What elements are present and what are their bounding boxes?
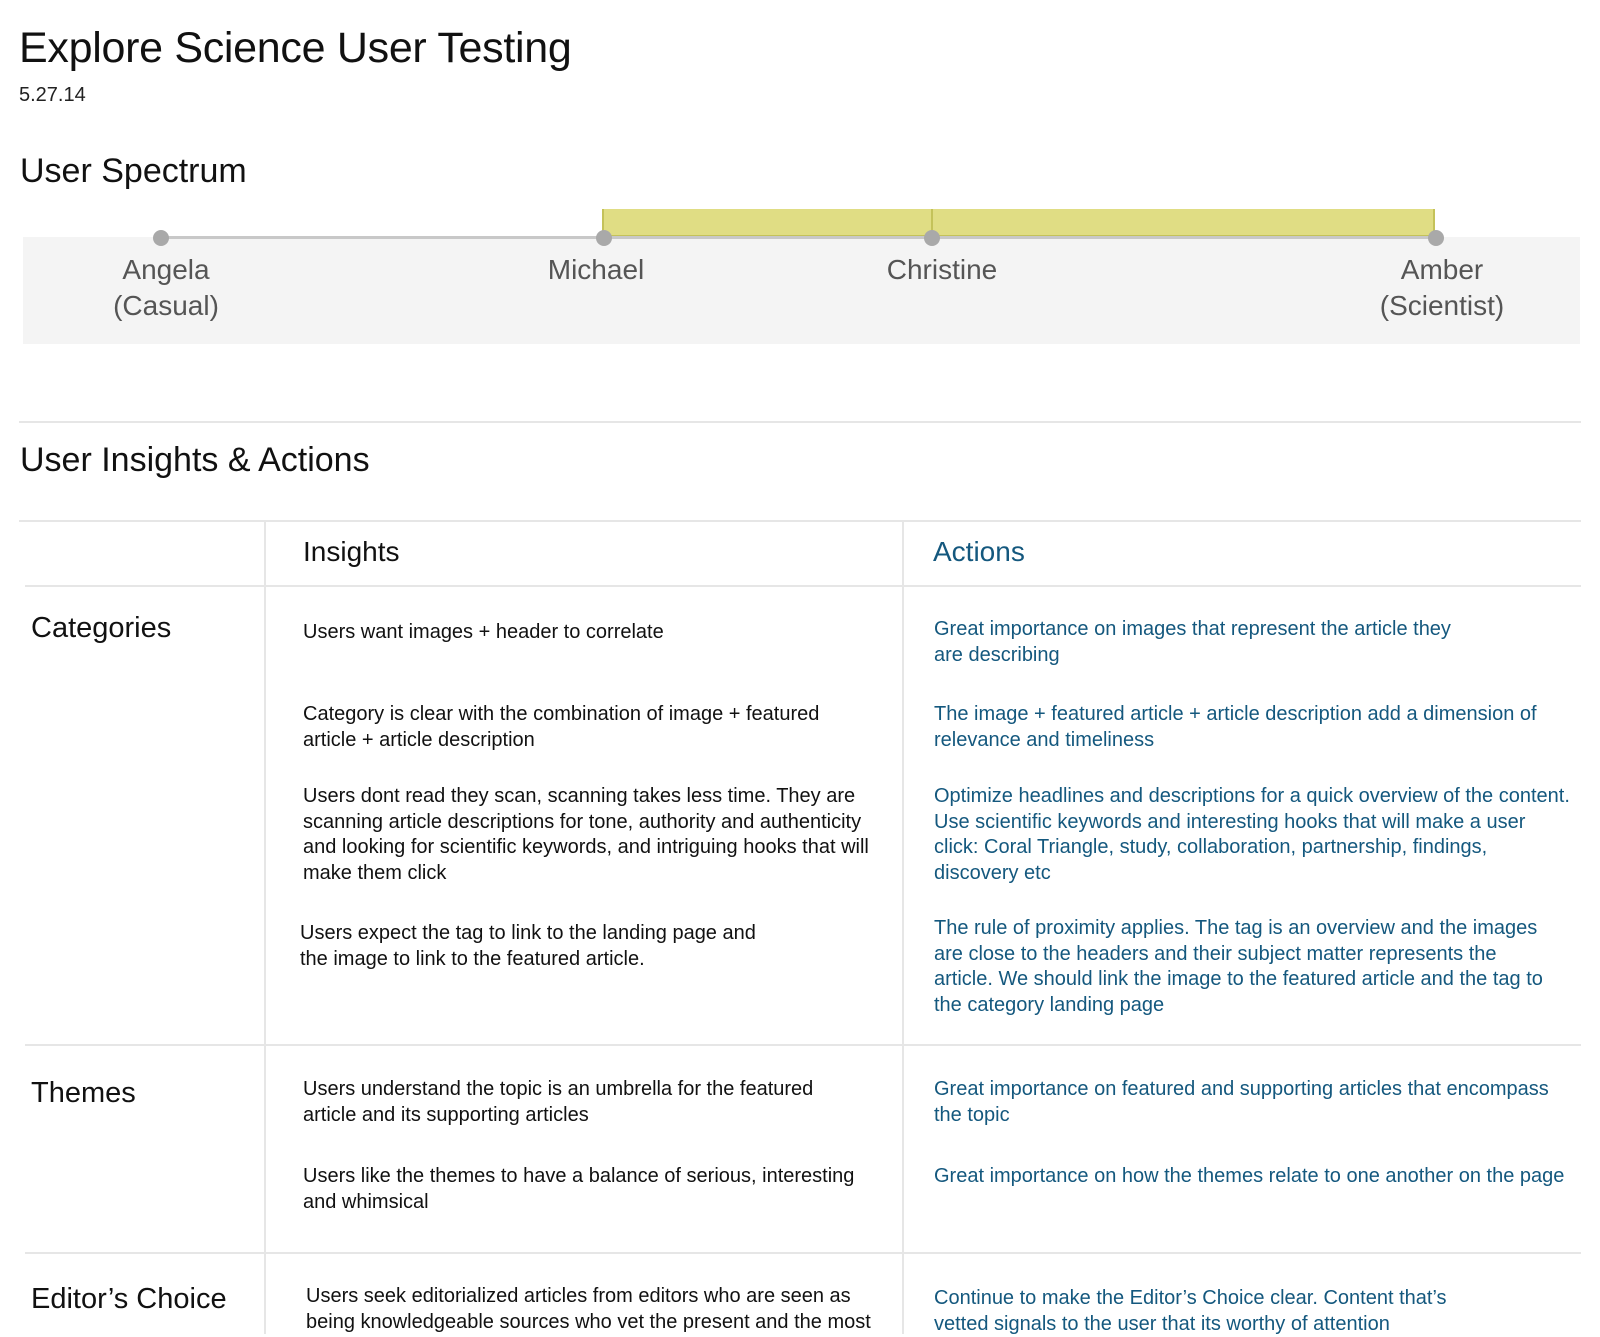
action-text: Great importance on images that represen… (934, 618, 1451, 666)
user-type: (Casual) (113, 290, 219, 321)
spectrum-dot-angela (153, 230, 169, 246)
table-row-border (25, 1044, 1581, 1046)
action-text: Great importance on featured and support… (934, 1078, 1549, 1126)
table-row-border (25, 1252, 1581, 1254)
spectrum-dot-michael (596, 230, 612, 246)
user-name: Michael (547, 254, 645, 285)
action-text: The image + featured article + article d… (934, 703, 1537, 751)
row-label-categories: Categories (31, 612, 172, 644)
column-header-insights: Insights (303, 536, 400, 567)
action-text: The rule of proximity applies. The tag i… (934, 917, 1543, 1016)
spectrum-label-christine: Christine (832, 252, 1052, 288)
table-top-border (19, 520, 1581, 522)
insight-text: Category is clear with the combination o… (303, 703, 820, 751)
table-column-divider (902, 521, 904, 1334)
page-date: 5.27.14 (19, 84, 86, 106)
insight-text: Users seek editorialized articles from e… (306, 1285, 871, 1333)
insight-text: Users dont read they scan, scanning take… (303, 785, 869, 884)
column-header-actions: Actions (933, 536, 1025, 567)
user-name: Christine (886, 254, 998, 285)
row-label-editors-choice: Editor’s Choice (31, 1283, 227, 1315)
user-spectrum-heading: User Spectrum (20, 152, 247, 190)
spectrum-line (160, 236, 1436, 239)
action-text: Continue to make the Editor’s Choice cle… (934, 1287, 1447, 1335)
spectrum-dot-christine (924, 230, 940, 246)
insight-text: Users want images + header to correlate (303, 621, 664, 643)
insight-text: Users understand the topic is an umbrell… (303, 1078, 814, 1126)
action-text: Optimize headlines and descriptions for … (934, 785, 1570, 884)
section-divider (19, 421, 1581, 423)
table-header-border (25, 585, 1581, 587)
spectrum-highlight-range (602, 209, 1435, 237)
row-label-themes: Themes (31, 1077, 136, 1109)
user-name: Angela (122, 254, 210, 285)
spectrum-label-angela: Angela (Casual) (56, 252, 276, 324)
insight-text: Users expect the tag to link to the land… (300, 922, 756, 970)
user-type: (Scientist) (1379, 290, 1505, 321)
table-column-divider (264, 521, 266, 1334)
insight-text: Users like the themes to have a balance … (303, 1165, 855, 1213)
user-name: Amber (1400, 254, 1484, 285)
spectrum-label-amber: Amber (Scientist) (1332, 252, 1552, 324)
spectrum-label-michael: Michael (486, 252, 706, 288)
action-text: Great importance on how the themes relat… (934, 1165, 1565, 1187)
spectrum-dot-amber (1428, 230, 1444, 246)
page-title: Explore Science User Testing (19, 24, 572, 72)
insights-actions-heading: User Insights & Actions (20, 441, 370, 479)
